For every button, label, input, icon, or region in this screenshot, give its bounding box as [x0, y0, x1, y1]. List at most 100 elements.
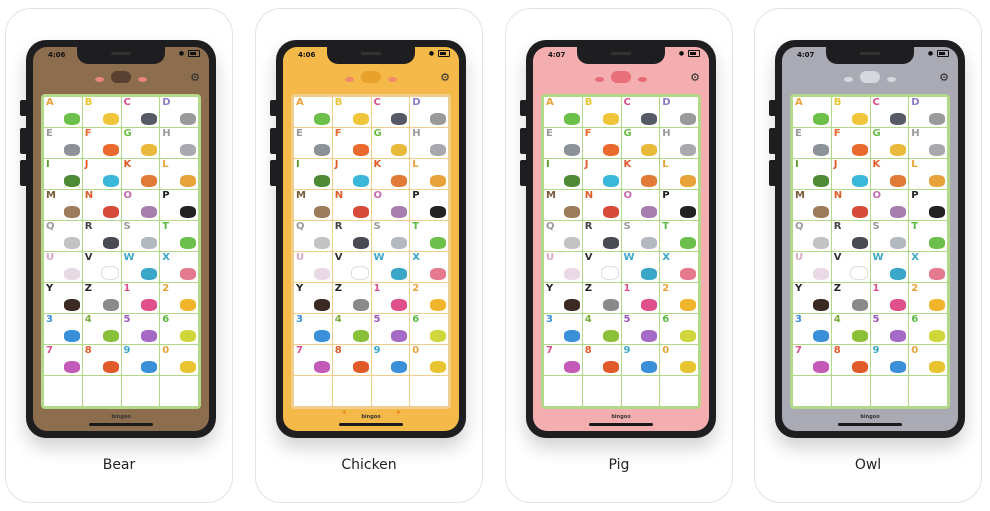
home-indicator[interactable]: [89, 423, 153, 426]
bingo-tile[interactable]: Y: [44, 283, 82, 313]
bingo-tile[interactable]: [660, 376, 698, 406]
bingo-tile[interactable]: Y: [294, 283, 332, 313]
bingo-tile[interactable]: K: [621, 159, 660, 189]
bingo-tile[interactable]: J: [332, 159, 371, 189]
bingo-tile[interactable]: 0: [410, 345, 448, 375]
bingo-tile[interactable]: D: [410, 97, 448, 127]
bingo-tile[interactable]: U: [793, 252, 831, 282]
bingo-tile[interactable]: F: [82, 128, 121, 158]
bingo-tile[interactable]: V: [582, 252, 621, 282]
bingo-tile[interactable]: T: [660, 221, 698, 251]
bingo-tile[interactable]: Y: [793, 283, 831, 313]
bingo-tile[interactable]: Z: [332, 283, 371, 313]
bingo-tile[interactable]: G: [621, 128, 660, 158]
bingo-tile[interactable]: [793, 376, 831, 406]
home-indicator[interactable]: [339, 423, 403, 426]
bingo-tile[interactable]: B: [582, 97, 621, 127]
bingo-tile[interactable]: V: [332, 252, 371, 282]
theme-card-pig[interactable]: 4:07 ● ⚙ A B C D E F G H I J K L M N O P Q R S T U V W X Y Z 1 2 3 4 5 6 7…: [505, 8, 733, 503]
bingo-tile[interactable]: R: [831, 221, 870, 251]
bingo-tile[interactable]: K: [870, 159, 909, 189]
bingo-tile[interactable]: H: [160, 128, 198, 158]
bingo-tile[interactable]: O: [621, 190, 660, 220]
bingo-tile[interactable]: G: [371, 128, 410, 158]
bingo-tile[interactable]: 8: [831, 345, 870, 375]
bingo-tile[interactable]: A: [544, 97, 582, 127]
bingo-tile[interactable]: 4: [582, 314, 621, 344]
bingo-tile[interactable]: T: [160, 221, 198, 251]
bingo-tile[interactable]: X: [160, 252, 198, 282]
bingo-tile[interactable]: J: [582, 159, 621, 189]
bingo-tile[interactable]: S: [371, 221, 410, 251]
gear-icon[interactable]: ⚙: [190, 71, 200, 84]
bingo-tile[interactable]: J: [831, 159, 870, 189]
bingo-tile[interactable]: M: [793, 190, 831, 220]
bingo-tile[interactable]: U: [544, 252, 582, 282]
bingo-tile[interactable]: 7: [544, 345, 582, 375]
bingo-tile[interactable]: O: [121, 190, 160, 220]
bingo-tile[interactable]: 7: [44, 345, 82, 375]
bingo-tile[interactable]: 2: [660, 283, 698, 313]
bingo-tile[interactable]: D: [660, 97, 698, 127]
bingo-tile[interactable]: W: [371, 252, 410, 282]
bingo-tile[interactable]: C: [870, 97, 909, 127]
gear-icon[interactable]: ⚙: [939, 71, 949, 84]
bingo-tile[interactable]: W: [621, 252, 660, 282]
bingo-tile[interactable]: 3: [544, 314, 582, 344]
bingo-tile[interactable]: [332, 376, 371, 406]
bingo-tile[interactable]: M: [294, 190, 332, 220]
bingo-tile[interactable]: T: [410, 221, 448, 251]
bingo-tile[interactable]: G: [870, 128, 909, 158]
theme-card-owl[interactable]: 4:07 ● ⚙ A B C D E F G H I J K L M N O P Q R S T U V W X Y Z 1 2 3 4 5 6 7…: [754, 8, 982, 503]
bingo-tile[interactable]: L: [660, 159, 698, 189]
bingo-tile[interactable]: E: [44, 128, 82, 158]
bingo-tile[interactable]: A: [793, 97, 831, 127]
bingo-tile[interactable]: [831, 376, 870, 406]
bingo-tile[interactable]: 5: [621, 314, 660, 344]
bingo-tile[interactable]: 9: [121, 345, 160, 375]
bingo-tile[interactable]: O: [371, 190, 410, 220]
bingo-tile[interactable]: [410, 376, 448, 406]
bingo-tile[interactable]: 9: [621, 345, 660, 375]
home-indicator[interactable]: [838, 423, 902, 426]
gear-icon[interactable]: ⚙: [690, 71, 700, 84]
bingo-tile[interactable]: 1: [870, 283, 909, 313]
bingo-tile[interactable]: E: [294, 128, 332, 158]
bingo-tile[interactable]: H: [410, 128, 448, 158]
bingo-tile[interactable]: L: [160, 159, 198, 189]
bingo-tile[interactable]: 0: [909, 345, 947, 375]
bingo-tile[interactable]: G: [121, 128, 160, 158]
bingo-tile[interactable]: Z: [82, 283, 121, 313]
bingo-tile[interactable]: X: [909, 252, 947, 282]
bingo-tile[interactable]: 2: [909, 283, 947, 313]
bingo-tile[interactable]: J: [82, 159, 121, 189]
bingo-tile[interactable]: 1: [121, 283, 160, 313]
bingo-tile[interactable]: I: [44, 159, 82, 189]
bingo-tile[interactable]: V: [82, 252, 121, 282]
bingo-tile[interactable]: 5: [870, 314, 909, 344]
bingo-tile[interactable]: L: [410, 159, 448, 189]
bingo-tile[interactable]: 5: [371, 314, 410, 344]
bingo-tile[interactable]: [294, 376, 332, 406]
bingo-tile[interactable]: B: [82, 97, 121, 127]
bingo-tile[interactable]: P: [410, 190, 448, 220]
bingo-tile[interactable]: B: [332, 97, 371, 127]
bingo-tile[interactable]: 6: [909, 314, 947, 344]
bingo-tile[interactable]: I: [544, 159, 582, 189]
home-indicator[interactable]: [589, 423, 653, 426]
bingo-tile[interactable]: M: [44, 190, 82, 220]
bingo-tile[interactable]: 7: [294, 345, 332, 375]
bingo-tile[interactable]: H: [660, 128, 698, 158]
theme-card-chicken[interactable]: 4:06 ● ⚙ A B C D E F G H I J K L M N O P Q R S T U V W X Y Z 1 2 3 4 5 6 7…: [255, 8, 483, 503]
bingo-tile[interactable]: F: [582, 128, 621, 158]
bingo-tile[interactable]: A: [294, 97, 332, 127]
bingo-tile[interactable]: W: [121, 252, 160, 282]
bingo-tile[interactable]: N: [582, 190, 621, 220]
bingo-tile[interactable]: [44, 376, 82, 406]
bingo-tile[interactable]: A: [44, 97, 82, 127]
bingo-tile[interactable]: 6: [660, 314, 698, 344]
bingo-tile[interactable]: O: [870, 190, 909, 220]
bingo-tile[interactable]: N: [332, 190, 371, 220]
bingo-tile[interactable]: U: [44, 252, 82, 282]
bingo-tile[interactable]: H: [909, 128, 947, 158]
